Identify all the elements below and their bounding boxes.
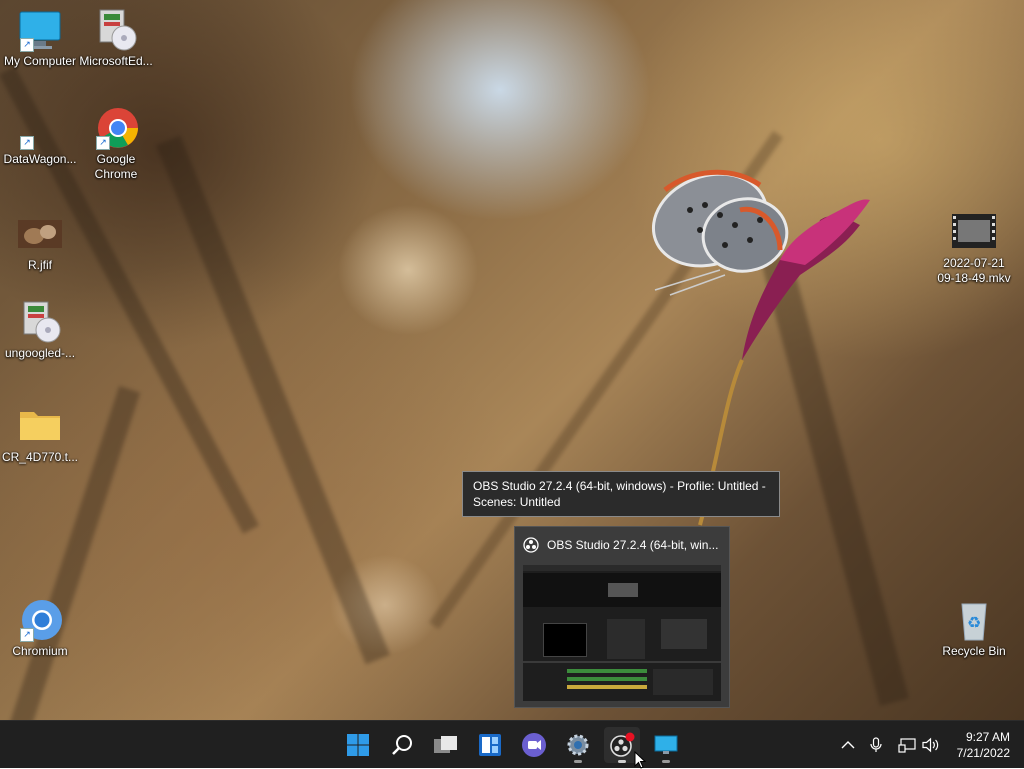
- shortcut-arrow-icon: ↗: [20, 136, 34, 150]
- desktop-icon-r-jfif[interactable]: R.jfif: [0, 212, 80, 273]
- installer-icon: [99, 9, 137, 51]
- desktop-icon-label: ungoogled-...: [4, 346, 76, 360]
- clock-date: 7/21/2022: [956, 746, 1010, 760]
- desktop-icon-chromium[interactable]: ↗ Chromium: [0, 598, 80, 659]
- monitor-icon: [654, 735, 678, 754]
- widgets-icon: [479, 734, 501, 756]
- network-icon: [898, 738, 916, 753]
- desktop-icon-label: Chromium: [12, 644, 68, 658]
- chat-icon: [522, 733, 546, 757]
- search-icon: [392, 735, 412, 755]
- taskbar-tooltip: OBS Studio 27.2.4 (64-bit, windows) - Pr…: [462, 471, 780, 517]
- volume-indicator[interactable]: [920, 721, 942, 769]
- desktop-icon-google-chrome[interactable]: ↗ Google Chrome: [76, 106, 156, 182]
- desktop-icon-label: MicrosoftEd...: [79, 54, 153, 68]
- svg-text:♻: ♻: [967, 613, 981, 632]
- shortcut-arrow-icon: ↗: [20, 38, 34, 52]
- recycle-bin-icon: ♻: [961, 603, 987, 641]
- desktop-icon-recycle-bin[interactable]: ♻ Recycle Bin: [934, 598, 1014, 659]
- desktop-icon-label: Recycle Bin: [942, 644, 1006, 658]
- desktop-icon-my-computer[interactable]: ↗ My Computer: [0, 8, 80, 69]
- desktop-icon-label: Google Chrome: [94, 152, 138, 181]
- running-indicator: [662, 760, 670, 763]
- folder-icon: [20, 412, 60, 440]
- start-button[interactable]: [340, 727, 376, 763]
- microphone-indicator[interactable]: [866, 721, 886, 769]
- preview-title: OBS Studio 27.2.4 (64-bit, win...: [547, 538, 719, 552]
- shortcut-arrow-icon: ↗: [20, 628, 34, 642]
- mouse-cursor-icon: [634, 751, 646, 769]
- desktop-wallpaper[interactable]: ↗ My Computer MicrosoftEd... ↗ DataWagon…: [0, 0, 1024, 720]
- task-view-icon: [434, 736, 457, 753]
- shortcut-arrow-icon: ↗: [96, 136, 110, 150]
- desktop-icon-microsoft-edge-installer[interactable]: MicrosoftEd...: [76, 8, 156, 69]
- chevron-up-icon: [841, 741, 855, 749]
- desktop-icon-label: DataWagon...: [3, 152, 77, 166]
- gear-icon: [567, 734, 589, 756]
- obs-icon: [610, 732, 635, 757]
- settings-button[interactable]: [560, 727, 596, 763]
- video-file-icon: [952, 214, 996, 248]
- desktop-icon-label: R.jfif: [28, 258, 52, 272]
- windows-start-icon: [347, 734, 369, 756]
- installer-icon: [23, 301, 61, 343]
- desktop-icon-label: 2022-07-21 09-18-49.mkv: [937, 256, 1011, 285]
- chat-button[interactable]: [516, 727, 552, 763]
- search-button[interactable]: [384, 727, 420, 763]
- desktop-icon-datawagon[interactable]: ↗ DataWagon...: [0, 106, 80, 167]
- tray-overflow-button[interactable]: [838, 721, 858, 769]
- microphone-icon: [870, 737, 882, 752]
- running-indicator: [574, 760, 582, 763]
- desktop-icon-label: CR_4D770.t...: [1, 450, 79, 464]
- task-view-button[interactable]: [428, 727, 464, 763]
- desktop-icon-label: My Computer: [3, 54, 77, 68]
- desktop-icon-video-mkv[interactable]: 2022-07-21 09-18-49.mkv: [934, 210, 1014, 286]
- taskbar-clock[interactable]: 9:27 AM 7/21/2022: [957, 729, 1010, 761]
- image-file-icon: [18, 220, 62, 248]
- desktop-icon-cr-folder[interactable]: CR_4D770.t...: [0, 404, 80, 465]
- running-indicator: [618, 760, 626, 763]
- network-indicator[interactable]: [896, 721, 918, 769]
- widgets-button[interactable]: [472, 727, 508, 763]
- taskbar: 9:27 AM 7/21/2022: [0, 720, 1024, 769]
- desktop-icon-ungoogled[interactable]: ungoogled-...: [0, 300, 80, 361]
- preview-title-bar: OBS Studio 27.2.4 (64-bit, win...: [515, 527, 729, 563]
- preview-thumbnail[interactable]: [523, 565, 721, 701]
- obs-icon: [523, 537, 539, 553]
- clock-time: 9:27 AM: [965, 730, 1010, 744]
- obs-window-preview[interactable]: OBS Studio 27.2.4 (64-bit, win...: [514, 526, 730, 708]
- speaker-icon: [922, 737, 939, 753]
- remote-desktop-button[interactable]: [648, 727, 684, 763]
